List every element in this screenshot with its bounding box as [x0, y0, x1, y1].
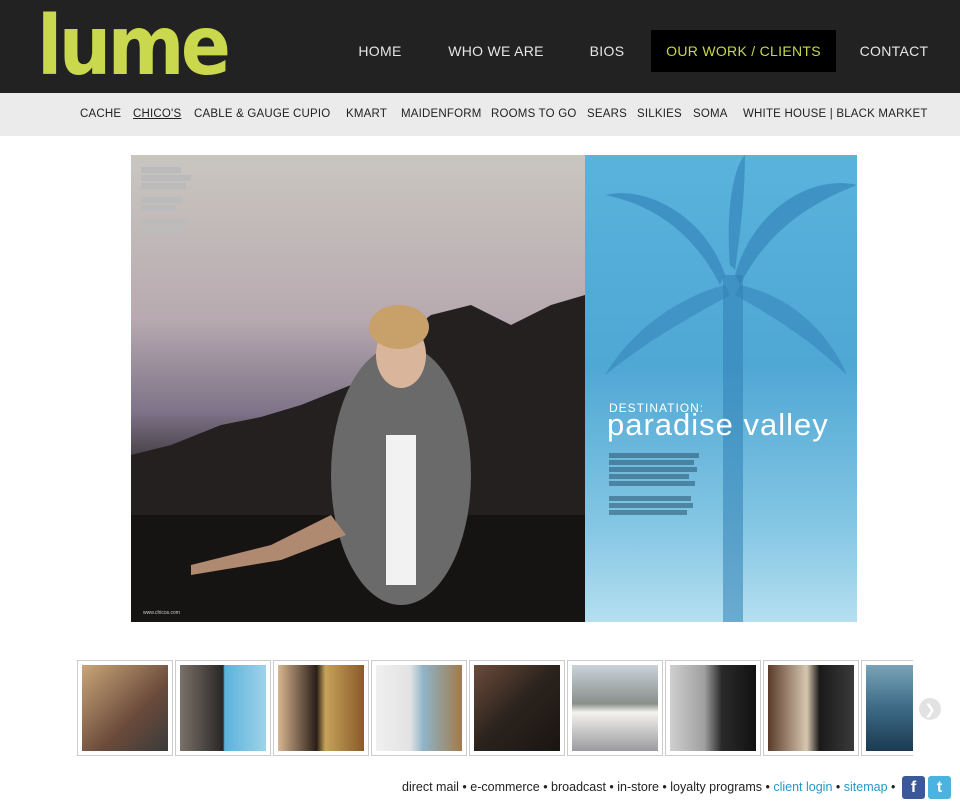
palm-tree-reflection [605, 155, 857, 622]
footer-separator: • [835, 780, 841, 794]
photo-left-page [131, 155, 585, 622]
featured-work-image: DESTINATION: paradise valley www.chicos.… [131, 155, 857, 622]
site-header: lume HOME WHO WE ARE BIOS OUR WORK / CLI… [0, 0, 960, 93]
client-cupio[interactable]: CUPIO [293, 93, 330, 136]
thumbnail[interactable] [273, 660, 369, 756]
client-rooms-to-go[interactable]: ROOMS TO GO [491, 93, 576, 136]
hero-body-copy [609, 451, 699, 517]
thumbnail[interactable] [371, 660, 467, 756]
model-shirt [386, 435, 416, 585]
nav-who-we-are[interactable]: WHO WE ARE [440, 30, 552, 72]
thumbnail[interactable] [567, 660, 663, 756]
thumbnail[interactable] [861, 660, 913, 756]
main-nav: HOME WHO WE ARE BIOS OUR WORK / CLIENTS … [0, 30, 960, 72]
hero-title: paradise valley [607, 407, 829, 442]
footer-separator-trail: • [891, 780, 896, 794]
thumbnail-strip [77, 660, 913, 756]
thumbnail[interactable] [469, 660, 565, 756]
photo-right-page [585, 155, 857, 622]
client-soma[interactable]: SOMA [693, 93, 728, 136]
client-chicos[interactable]: CHICO'S [133, 93, 181, 136]
client-cable-gauge[interactable]: CABLE & GAUGE [194, 93, 290, 136]
client-sears[interactable]: SEARS [587, 93, 627, 136]
client-cache[interactable]: CACHE [80, 93, 121, 136]
thumbnail[interactable] [175, 660, 271, 756]
client-login-link[interactable]: client login [773, 780, 832, 794]
thumbnail[interactable] [77, 660, 173, 756]
footer-links: direct mail • e-commerce • broadcast • i… [402, 776, 895, 798]
sitemap-link[interactable]: sitemap [844, 780, 888, 794]
client-kmart[interactable]: KMART [346, 93, 387, 136]
thumbnail[interactable] [763, 660, 859, 756]
thumbnail[interactable] [665, 660, 761, 756]
client-white-house-black-market[interactable]: WHITE HOUSE | BLACK MARKET [743, 93, 928, 136]
services-text: direct mail • e-commerce • broadcast • i… [402, 780, 770, 794]
facebook-icon[interactable]: f [902, 776, 925, 799]
client-silkies[interactable]: SILKIES [637, 93, 682, 136]
hero-url: www.chicos.com [143, 610, 180, 616]
product-caption [141, 165, 201, 235]
nav-our-work-clients[interactable]: OUR WORK / CLIENTS [651, 30, 836, 72]
model-hair [369, 305, 429, 349]
client-maidenform[interactable]: MAIDENFORM [401, 93, 482, 136]
chevron-right-icon[interactable]: ❯ [919, 698, 941, 720]
client-subnav: CACHE CHICO'S CABLE & GAUGE CUPIO KMART … [0, 93, 960, 136]
nav-contact[interactable]: CONTACT [852, 30, 936, 72]
nav-home[interactable]: HOME [340, 30, 420, 72]
nav-bios[interactable]: BIOS [576, 30, 638, 72]
twitter-icon[interactable]: t [928, 776, 951, 799]
